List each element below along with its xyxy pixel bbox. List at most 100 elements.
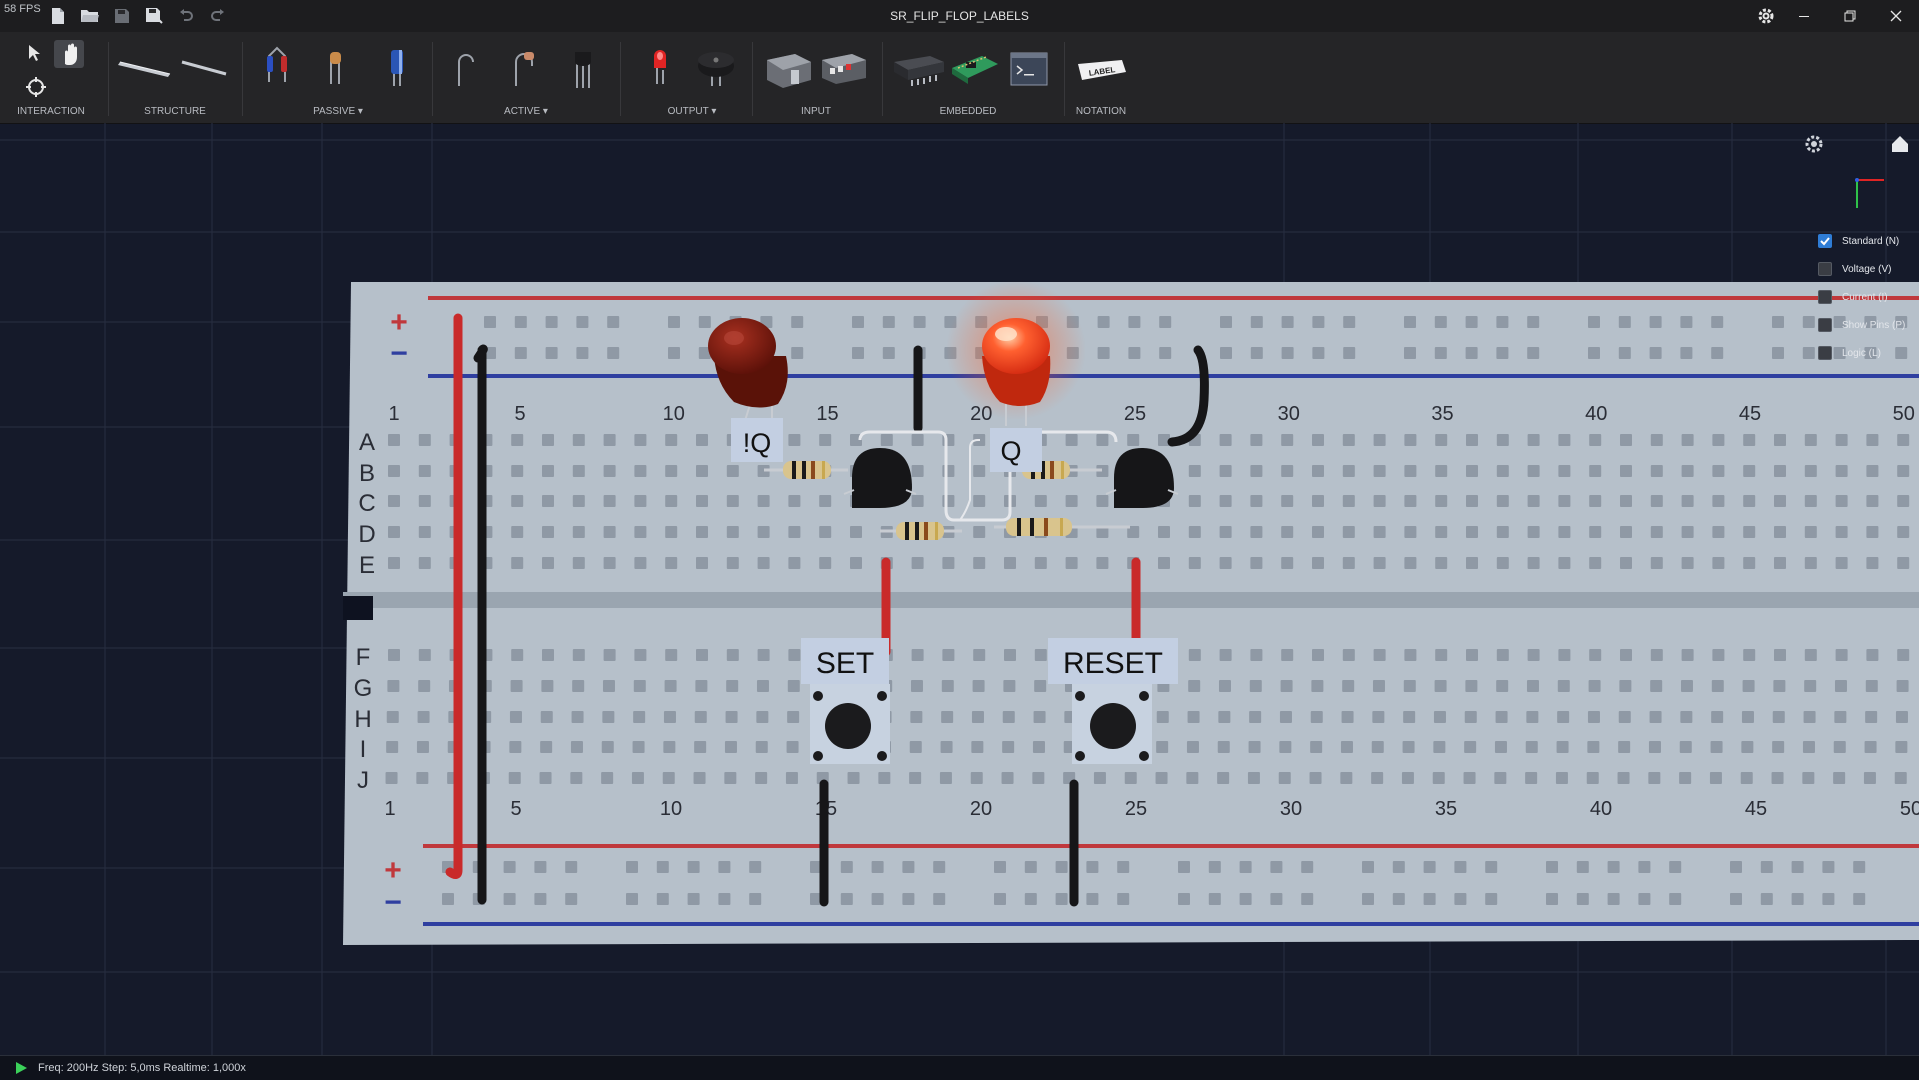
column-number-top: 5 [514,403,525,425]
title-bar: 58 FPS SR_FLIP_FLOP_LABELS [0,0,1919,32]
dip-switch-tool-icon[interactable] [820,52,868,91]
breadboard[interactable] [343,282,1919,945]
logic-checkbox[interactable] [1818,346,1832,360]
top-plus-symbol: + [390,306,408,339]
hand-tool-icon[interactable] [54,40,84,68]
fps-counter: 58 FPS [4,3,41,15]
column-number-bottom: 50 [1900,798,1919,820]
column-number-top: 40 [1585,403,1607,425]
window-title: SR_FLIP_FLOP_LABELS [890,9,1029,23]
reset-push-button[interactable] [1072,684,1152,764]
column-number-bottom: 20 [970,798,992,820]
row-letter: G [354,675,373,702]
column-number-bottom: 40 [1590,798,1612,820]
group-label-embedded: EMBEDDED [939,106,997,117]
wire-tool-icon[interactable] [180,60,228,81]
column-number-top: 1 [388,403,399,425]
column-number-bottom: 35 [1435,798,1457,820]
component-toolbar: INTERACTION STRUCTURE PASSIVE ▾ ACTIVE ▾… [0,32,1919,124]
row-letter: D [358,521,375,548]
column-number-bottom: 5 [510,798,521,820]
label-not-q-text: !Q [743,428,772,458]
row-letter: H [354,706,371,733]
show-pins-checkbox[interactable] [1818,318,1832,332]
redo-icon[interactable] [206,4,230,28]
column-number-top: 35 [1431,403,1453,425]
play-icon[interactable] [14,1061,28,1080]
electrolytic-capacitor-tool-icon[interactable] [388,48,406,93]
group-label-input: INPUT [801,106,831,117]
view-settings-gear-icon[interactable] [1805,135,1823,153]
row-letter: E [359,552,375,579]
column-number-top: 15 [816,403,838,425]
group-label-active[interactable]: ACTIVE ▾ [504,106,548,117]
standard-label: Standard (N) [1842,235,1900,247]
top-minus-symbol: − [390,337,408,370]
group-label-notation: NOTATION [1075,106,1127,117]
label-reset-text: RESET [1063,647,1163,680]
close-icon[interactable] [1884,4,1908,28]
label-q-text: Q [1000,436,1021,466]
toggle-voltage[interactable]: Voltage (V) [1818,262,1891,276]
toggle-standard[interactable]: Standard (N) [1818,234,1899,248]
breadboard-tool-icon[interactable] [118,58,172,83]
bottom-minus-symbol: − [384,886,402,919]
current-checkbox[interactable] [1818,290,1832,304]
home-view-icon[interactable] [1892,136,1908,152]
settings-gear-icon[interactable] [1754,4,1778,28]
zener-diode-tool-icon[interactable] [512,48,538,93]
bottom-plus-symbol: + [384,854,402,887]
label-reset[interactable]: RESET [1048,638,1178,684]
column-number-bottom: 10 [660,798,682,820]
column-number-bottom: 30 [1280,798,1302,820]
restore-icon[interactable] [1838,4,1862,28]
show-pins-label: Show Pins (P) [1842,319,1906,331]
label-not-q[interactable]: !Q [731,418,783,462]
row-letter: F [356,644,371,671]
toggle-logic[interactable]: Logic (L) [1818,346,1881,360]
label-tool-icon[interactable]: LABEL [1076,58,1128,87]
undo-icon[interactable] [174,4,198,28]
diode-tool-icon[interactable] [455,50,477,93]
group-label-interaction: INTERACTION [17,106,85,117]
row-letter: A [359,429,375,456]
simulation-status-text: Freq: 200Hz Step: 5,0ms Realtime: 1,000x [38,1062,246,1074]
led-tool-icon[interactable] [650,46,670,91]
open-folder-icon[interactable] [78,4,102,28]
voltage-label: Voltage (V) [1842,263,1892,275]
label-set-text: SET [816,647,874,680]
terminal-tool-icon[interactable] [1010,52,1048,91]
microcontroller-tool-icon[interactable] [950,52,1000,93]
capacitor-tool-icon[interactable] [325,48,345,91]
new-file-icon[interactable] [46,4,70,28]
axis-gizmo [1855,178,1884,208]
row-letter: I [360,736,367,763]
buzzer-tool-icon[interactable] [694,46,738,95]
save-icon[interactable] [110,4,134,28]
select-arrow-icon[interactable] [26,44,42,67]
standard-checkbox[interactable] [1818,234,1832,248]
group-label-passive[interactable]: PASSIVE ▾ [313,106,363,117]
label-set[interactable]: SET [801,638,889,684]
column-number-bottom: 1 [384,798,395,820]
column-number-top: 50 [1893,403,1915,425]
row-letter: C [358,490,375,517]
switch-tool-icon[interactable] [763,50,815,95]
simulation-canvas[interactable]: + − + − ABCDEFGHIJ 1 1 5 5 10 10 15 15 20 20 25 25 3… [0,123,1919,1055]
toggle-show-pins[interactable]: Show Pins (P) [1818,318,1905,332]
minimize-icon[interactable] [1792,4,1816,28]
crosshair-icon[interactable] [26,77,46,102]
ic-chip-tool-icon[interactable] [892,54,946,93]
group-label-output[interactable]: OUTPUT ▾ [668,106,717,117]
set-push-button[interactable] [810,684,890,764]
resistor-tool-icon[interactable] [263,46,293,89]
column-number-bottom: 25 [1125,798,1147,820]
toggle-current[interactable]: Current (I) [1818,290,1888,304]
row-letter: J [357,767,369,794]
transistor-tool-icon[interactable] [572,48,594,95]
black-ground-wire-left [473,344,488,905]
status-bar: Freq: 200Hz Step: 5,0ms Realtime: 1,000x [0,1055,1919,1080]
voltage-checkbox[interactable] [1818,262,1832,276]
label-q[interactable]: Q [990,428,1042,472]
save-as-icon[interactable] [142,4,166,28]
